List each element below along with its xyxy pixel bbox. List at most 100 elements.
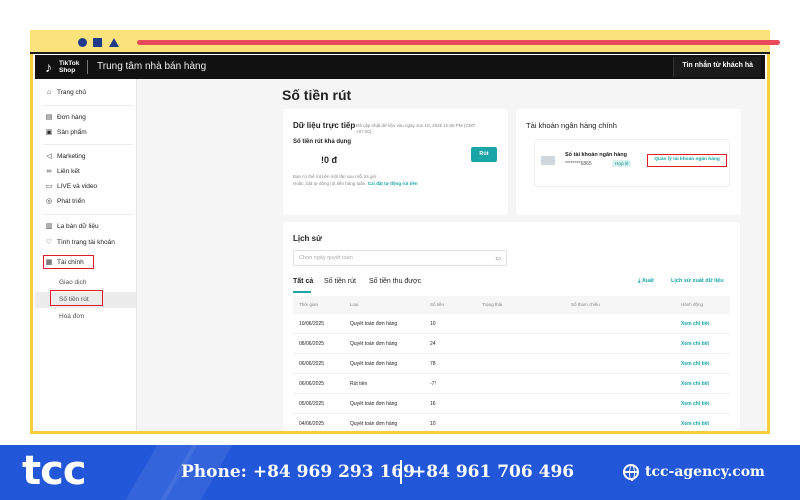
row-date: 06/06/2025 <box>299 361 325 367</box>
row-date: 05/06/2025 <box>299 401 325 407</box>
table-row: 06/06/2025 Rút tiền -7! Xem chi tiết <box>293 374 730 394</box>
nav-divider <box>43 105 133 106</box>
auto-withdraw-link[interactable]: Cài đặt tự động rút tiền <box>368 181 418 186</box>
manage-bank-account-link[interactable]: Quản lý tài khoản ngân hàng <box>647 154 727 167</box>
globe-icon <box>623 464 639 481</box>
table-row: 05/06/2025 Quyết toán đơn hàng 16 Xem ch… <box>293 394 730 414</box>
website-text: tcc-agency.com <box>645 464 765 480</box>
date-placeholder: Chọn ngày quyết toán <box>299 255 353 261</box>
active-tab-indicator <box>293 291 311 293</box>
video-icon: ▭ <box>45 183 53 190</box>
tab-earnings[interactable]: Số tiền thu được <box>369 278 421 285</box>
bank-account-label: Số tài khoản ngân hàng <box>565 152 628 158</box>
home-icon: ⌂ <box>46 89 52 96</box>
screenshot-frame: ♪ TikTok Shop Trung tâm nhà bán hàng Tin… <box>0 0 800 445</box>
phone-secondary: +84 961 706 496 <box>412 462 575 482</box>
nav-divider <box>43 214 133 215</box>
row-type: Quyết toán đơn hàng <box>350 341 398 347</box>
products-icon: ▣ <box>45 129 53 136</box>
sidebar-sub-transactions[interactable]: Giao dịch <box>59 279 86 286</box>
chart-icon: ▥ <box>45 223 53 230</box>
column-header: Trạng thái <box>482 302 503 307</box>
row-date: 10/06/2025 <box>299 321 325 327</box>
column-header: Loại <box>350 302 359 307</box>
sidebar-sub-invoices[interactable]: Hoá đơn <box>59 313 84 320</box>
finance-highlight-box <box>43 255 94 269</box>
bank-account-card: Tài khoản ngân hàng chính Số tài khoản n… <box>516 109 741 215</box>
sidebar-item-products[interactable]: ▣ Sản phẩm <box>45 129 87 136</box>
customer-messages-button[interactable]: Tin nhắn từ khách hà <box>673 57 761 77</box>
table-row: 08/06/2025 Quyết toán đơn hàng 24 Xem ch… <box>293 334 730 354</box>
view-details-link[interactable]: Xem chi tiết <box>681 341 709 347</box>
history-table: Thời gian Loại Số tiền Trạng thái Số tha… <box>293 296 730 431</box>
history-card: Lịch sử Chọn ngày quyết toán ▭ Tất cả Số… <box>283 222 740 431</box>
bank-card-icon <box>541 156 555 165</box>
row-date: 08/06/2025 <box>299 341 325 347</box>
frame-header <box>30 30 780 54</box>
sidebar-item-live-video[interactable]: ▭ LIVE và video <box>45 183 97 190</box>
row-type: Quyết toán đơn hàng <box>350 421 398 427</box>
circle-icon <box>78 38 87 47</box>
sidebar-item-affiliate[interactable]: ∞ Liên kết <box>45 168 80 175</box>
calendar-icon: ▭ <box>495 256 501 262</box>
history-title: Lịch sử <box>293 234 322 243</box>
sidebar-item-growth[interactable]: ◎ Phát triển <box>45 198 85 205</box>
export-history-link[interactable]: Lịch sử xuất dữ liệu <box>671 278 724 284</box>
row-type: Rút tiền <box>350 381 368 387</box>
tab-withdrawals[interactable]: Số tiền rút <box>324 278 356 285</box>
view-details-link[interactable]: Xem chi tiết <box>681 401 709 407</box>
seller-center-app: ♪ TikTok Shop Trung tâm nhà bán hàng Tin… <box>35 55 765 431</box>
topbar-divider <box>87 60 88 74</box>
contact-banner: tcc Phone: +84 969 293 169 +84 961 706 4… <box>0 445 800 500</box>
view-details-link[interactable]: Xem chi tiết <box>681 381 709 387</box>
column-header: Số tham chiếu <box>571 302 600 307</box>
view-details-link[interactable]: Xem chi tiết <box>681 321 709 327</box>
app-title: Trung tâm nhà bán hàng <box>97 61 207 72</box>
tab-all[interactable]: Tất cả <box>293 278 313 285</box>
row-amount: 24 <box>430 341 436 347</box>
sidebar-item-data-compass[interactable]: ▥ La bàn dữ liệu <box>45 223 99 230</box>
row-amount: 78 <box>430 361 436 367</box>
shield-icon: ♡ <box>45 239 53 246</box>
tiktok-shop-logo[interactable]: ♪ TikTok Shop <box>45 59 79 75</box>
sidebar-item-orders[interactable]: ▤ Đơn hàng <box>45 114 86 121</box>
phone-primary: Phone: +84 969 293 169 <box>181 462 415 482</box>
table-row: 04/06/2025 Quyết toán đơn hàng 10 Xem ch… <box>293 414 730 431</box>
withdraw-button[interactable]: Rút <box>471 147 497 162</box>
withdraw-note: Bạn có thể rút tiền một lần sau mỗi 24 g… <box>293 174 418 186</box>
table-row: 06/06/2025 Quyết toán đơn hàng 78 Xem ch… <box>293 354 730 374</box>
sidebar-item-home[interactable]: ⌂ Trang chủ <box>45 89 86 96</box>
settlement-date-picker[interactable]: Chọn ngày quyết toán ▭ <box>293 250 507 266</box>
growth-icon: ◎ <box>45 198 53 205</box>
view-details-link[interactable]: Xem chi tiết <box>681 361 709 367</box>
decorative-bar <box>137 40 780 45</box>
live-data-title: Dữ liệu trực tiếp <box>293 121 356 130</box>
tcc-logo: tcc <box>22 448 87 494</box>
bank-card-title: Tài khoản ngân hàng chính <box>526 121 617 130</box>
available-label: Số tiền rút khả dụng <box>293 139 351 145</box>
sidebar: ⌂ Trang chủ ▤ Đơn hàng ▣ Sản phẩm ◁ Marketin… <box>35 79 137 431</box>
square-icon <box>93 38 102 47</box>
top-bar: ♪ TikTok Shop Trung tâm nhà bán hàng Tin… <box>35 55 765 79</box>
row-amount: 10 <box>430 421 436 427</box>
megaphone-icon: ◁ <box>46 153 52 160</box>
sidebar-item-marketing[interactable]: ◁ Marketing <box>45 153 85 160</box>
nav-divider <box>43 144 133 145</box>
row-type: Quyết toán đơn hàng <box>350 321 398 327</box>
available-amount: !0 đ <box>321 155 338 165</box>
row-date: 04/06/2025 <box>299 421 325 427</box>
row-type: Quyết toán đơn hàng <box>350 361 398 367</box>
link-icon: ∞ <box>46 168 52 175</box>
row-type: Quyết toán đơn hàng <box>350 401 398 407</box>
brand-line1: TikTok <box>59 60 80 67</box>
orders-icon: ▤ <box>45 114 53 121</box>
brand-line2: Shop <box>59 67 76 74</box>
column-header: Hành động <box>681 302 704 307</box>
sidebar-item-account-health[interactable]: ♡ Tình trạng tài khoản <box>45 239 115 246</box>
table-row: 10/06/2025 Quyết toán đơn hàng 10 Xem ch… <box>293 314 730 334</box>
view-details-link[interactable]: Xem chi tiết <box>681 421 709 427</box>
bank-account-number: ********6865 <box>565 161 592 167</box>
bank-account-box: Số tài khoản ngân hàng ********6865 Hợp … <box>534 139 730 187</box>
column-header: Thời gian <box>299 302 318 307</box>
export-button[interactable]: ⤓ Xuất <box>638 278 654 285</box>
